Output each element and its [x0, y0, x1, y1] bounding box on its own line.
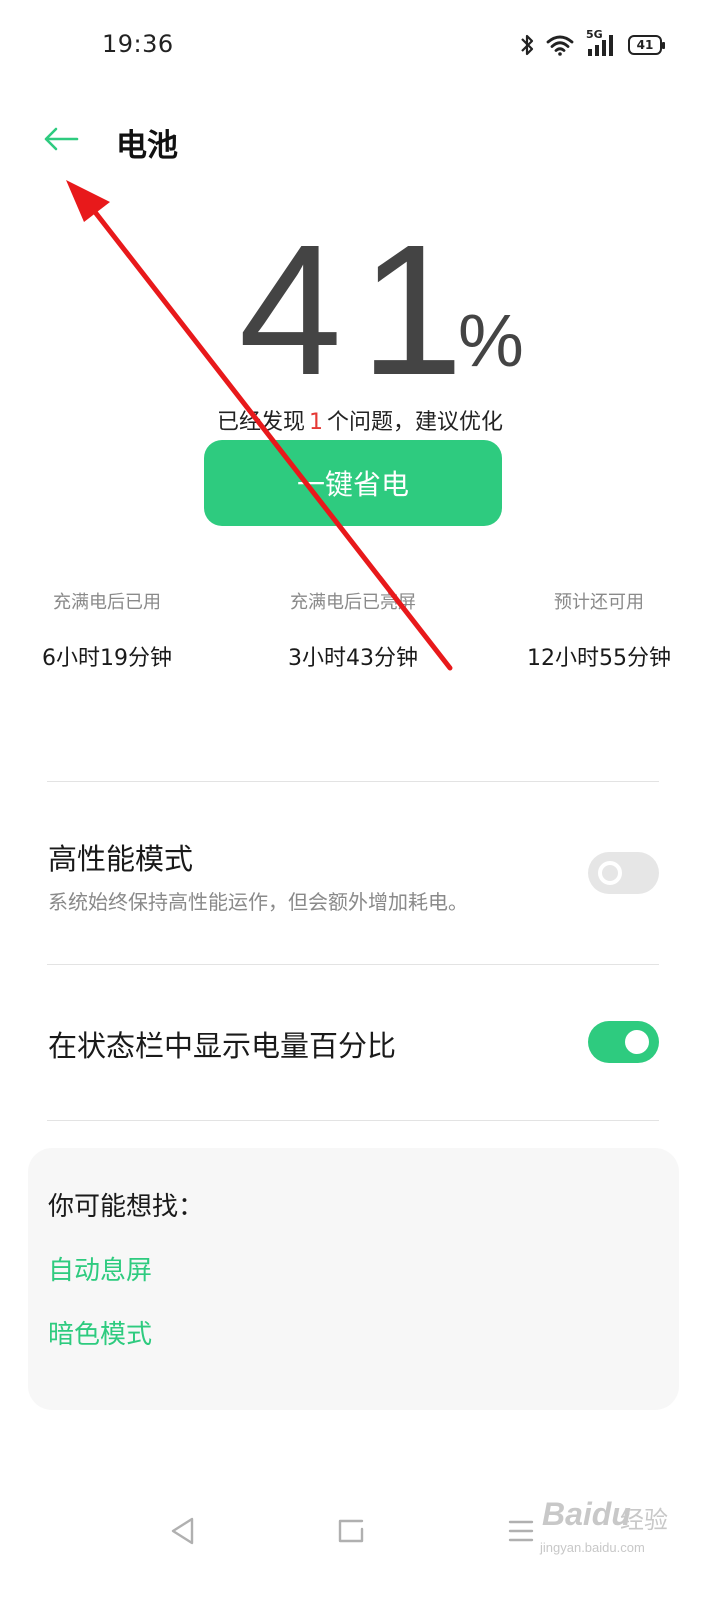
nav-home-button[interactable]: [326, 1508, 376, 1558]
back-triangle-icon: [169, 1516, 197, 1550]
issue-suffix: 个问题，建议优化: [327, 410, 504, 435]
watermark-brand: Baidu: [542, 1496, 631, 1532]
status-time: 19:36: [102, 30, 174, 58]
stat-label: 充满电后已用: [53, 592, 161, 613]
battery-stats: 充满电后已用 6小时19分钟 充满电后已亮屏 3小时43分钟 预计还可用 12小…: [0, 588, 720, 678]
nav-back-button[interactable]: [158, 1508, 208, 1558]
stat-value: 6小时19分钟: [42, 646, 172, 671]
performance-mode-toggle[interactable]: [588, 852, 659, 894]
home-icon: [337, 1517, 365, 1549]
performance-mode-row[interactable]: 高性能模式 系统始终保持高性能运作，但会额外增加耗电。: [0, 782, 720, 964]
stat-screen-on-since-full: 充满电后已亮屏 3小时43分钟: [233, 588, 473, 672]
show-percentage-toggle[interactable]: [588, 1021, 659, 1063]
battery-icon: 41: [628, 35, 665, 55]
stat-value: 3小时43分钟: [288, 646, 418, 671]
bluetooth-icon: [520, 33, 534, 57]
suggestion-link-auto-screen-off[interactable]: 自动息屏: [48, 1250, 152, 1287]
back-arrow-icon: [43, 127, 79, 155]
watermark-url: jingyan.baidu.com: [540, 1540, 645, 1555]
suggestion-link-dark-mode[interactable]: 暗色模式: [48, 1314, 152, 1351]
baidu-jingyan-watermark: Baidu 经验 jingyan.baidu.com: [538, 1490, 688, 1580]
battery-level-display: 41 %: [0, 218, 720, 404]
battery-percentage-value: 41: [238, 207, 482, 414]
suggestions-heading: 你可能想找：: [48, 1192, 205, 1222]
stat-label: 预计还可用: [554, 592, 644, 613]
wifi-icon: [546, 34, 574, 56]
stat-used-since-full: 充满电后已用 6小时19分钟: [0, 588, 227, 672]
battery-text: 41: [636, 38, 654, 52]
app-header: 电池: [0, 100, 720, 180]
battery-percentage-unit: %: [458, 299, 524, 382]
status-bar: 19:36 5G 41: [0, 0, 720, 90]
issue-summary: 已经发现 1 个问题，建议优化: [0, 404, 720, 436]
toggle-knob: [625, 1030, 649, 1054]
recents-menu-icon: [507, 1518, 535, 1548]
performance-mode-title: 高性能模式: [48, 842, 194, 876]
divider: [47, 1120, 659, 1121]
issue-prefix: 已经发现: [216, 410, 305, 435]
cellular-signal-icon: 5G: [586, 28, 616, 58]
toggle-knob: [598, 861, 622, 885]
suggestions-card: 你可能想找： 自动息屏 暗色模式: [28, 1148, 679, 1410]
performance-mode-description: 系统始终保持高性能运作，但会额外增加耗电。: [48, 890, 468, 914]
stat-estimated-remaining: 预计还可用 12小时55分钟: [479, 588, 719, 672]
stat-label: 充满电后已亮屏: [290, 592, 416, 613]
one-tap-save-power-button[interactable]: 一键省电: [204, 440, 502, 526]
show-percentage-row[interactable]: 在状态栏中显示电量百分比: [0, 965, 720, 1120]
status-icons: 5G 41: [520, 28, 665, 58]
watermark-brand-cn: 经验: [620, 1506, 668, 1534]
show-percentage-title: 在状态栏中显示电量百分比: [48, 1029, 397, 1063]
issue-count: 1: [309, 410, 323, 435]
stat-value: 12小时55分钟: [527, 646, 671, 671]
back-button[interactable]: [38, 118, 84, 164]
optimize-button-label: 一键省电: [296, 468, 409, 501]
page-title: 电池: [116, 128, 178, 164]
